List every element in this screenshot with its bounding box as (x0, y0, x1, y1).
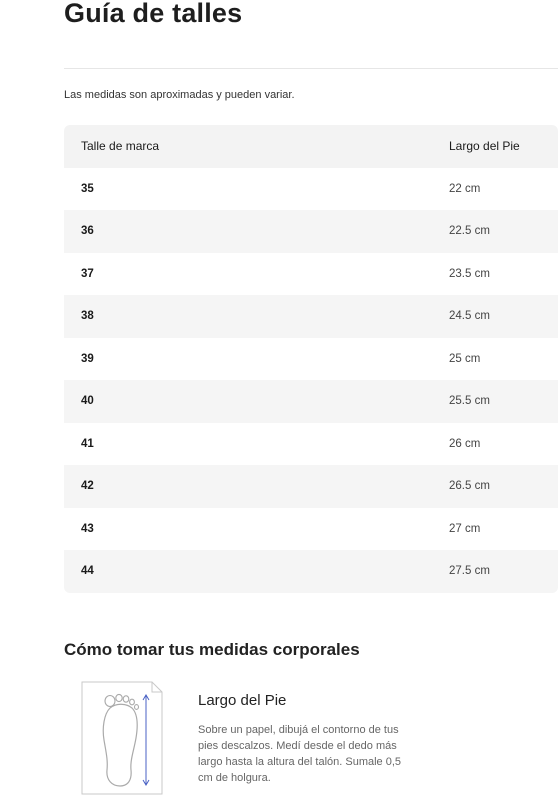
disclaimer-note: Las medidas son aproximadas y pueden var… (64, 89, 295, 101)
table-row: 39 25 cm (64, 337, 558, 380)
table-row: 43 27 cm (64, 507, 558, 550)
foot-length-cell: 26 cm (449, 437, 481, 450)
brand-size-cell: 36 (81, 225, 94, 238)
divider (64, 68, 558, 69)
table-row: 36 22.5 cm (64, 210, 558, 253)
page-title: Guía de talles (64, 0, 243, 28)
table-row: 35 22 cm (64, 167, 558, 210)
brand-size-cell: 42 (81, 480, 94, 493)
brand-size-cell: 38 (81, 310, 94, 323)
foot-length-cell: 23.5 cm (449, 267, 490, 280)
brand-size-cell: 39 (81, 352, 94, 365)
brand-size-cell: 41 (81, 437, 94, 450)
table-row: 41 26 cm (64, 422, 558, 465)
table-header-row: Talle de marca Largo del Pie (64, 125, 558, 168)
foot-length-cell: 25.5 cm (449, 395, 490, 408)
foot-length-cell: 22 cm (449, 182, 481, 195)
table-row: 44 27.5 cm (64, 550, 558, 593)
brand-size-cell: 44 (81, 565, 94, 578)
foot-length-cell: 25 cm (449, 352, 481, 365)
foot-length-cell: 26.5 cm (449, 480, 490, 493)
column-header-brand-size: Talle de marca (81, 139, 160, 154)
measure-section-title: Cómo tomar tus medidas corporales (64, 640, 360, 659)
foot-length-description: Sobre un papel, dibujá el contorno de tu… (198, 724, 402, 784)
brand-size-cell: 43 (81, 522, 94, 535)
foot-outline-icon (80, 680, 164, 796)
foot-length-cell: 22.5 cm (449, 225, 490, 238)
brand-size-cell: 37 (81, 267, 94, 280)
table-row: 37 23.5 cm (64, 252, 558, 295)
foot-length-title: Largo del Pie (198, 692, 287, 709)
foot-length-cell: 27 cm (449, 522, 481, 535)
table-row: 40 25.5 cm (64, 380, 558, 423)
foot-length-cell: 27.5 cm (449, 565, 490, 578)
table-row: 42 26.5 cm (64, 465, 558, 508)
brand-size-cell: 40 (81, 395, 94, 408)
foot-length-cell: 24.5 cm (449, 310, 490, 323)
table-row: 38 24.5 cm (64, 295, 558, 338)
brand-size-cell: 35 (81, 182, 94, 195)
size-chart-table: Talle de marca Largo del Pie 35 22 cm 36… (64, 125, 558, 593)
column-header-foot-length: Largo del Pie (449, 139, 520, 154)
